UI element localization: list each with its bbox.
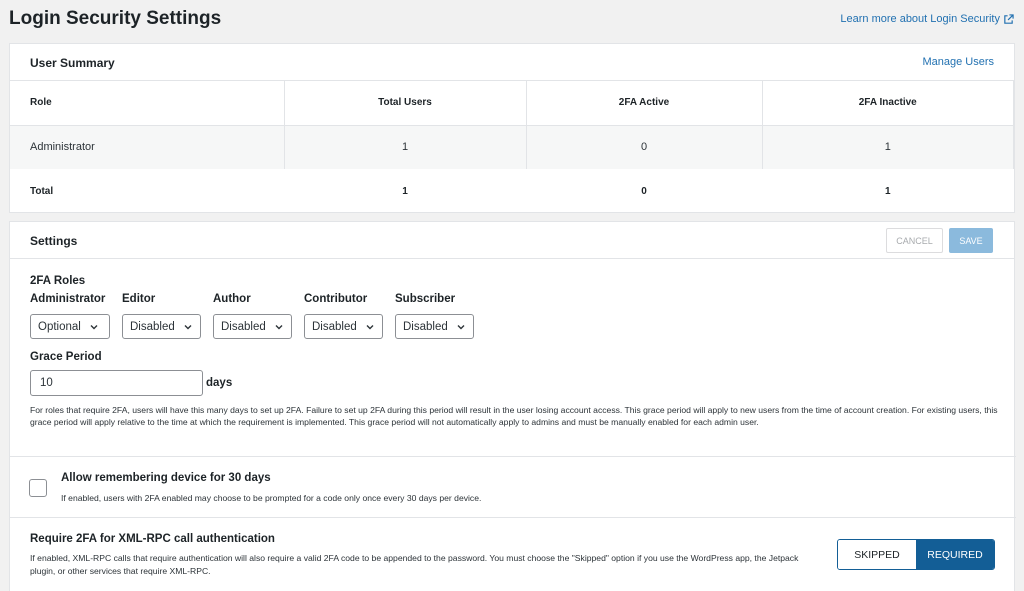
xmlrpc-required-option[interactable]: REQUIRED (916, 540, 994, 569)
2fa-roles-section: 2FA Roles Administrator Optional Editor … (30, 275, 1000, 339)
grace-period-input[interactable]: 10 (30, 370, 203, 396)
role-select-author[interactable]: Disabled (213, 314, 292, 339)
learn-more-label: Learn more about Login Security (840, 13, 1000, 25)
role-select-subscriber[interactable]: Disabled (395, 314, 474, 339)
settings-card: Settings CANCEL SAVE 2FA Roles Administr… (9, 221, 1016, 591)
cell-2fa-active-sum: 0 (641, 185, 647, 197)
cell-total-users-sum: 1 (402, 185, 408, 197)
role-select-administrator[interactable]: Optional (30, 314, 110, 339)
table-header-row: Role Total Users 2FA Active 2FA Inactive (10, 81, 1014, 125)
xmlrpc-help: If enabled, XML-RPC calls that require a… (30, 553, 799, 576)
remember-device-checkbox[interactable] (29, 479, 47, 497)
grace-period-help: For roles that require 2FA, users will h… (30, 405, 998, 427)
table-row: Administrator 1 0 1 (10, 125, 1014, 169)
manage-users-link[interactable]: Manage Users (922, 56, 994, 68)
column-header-2fa-active: 2FA Active (526, 81, 763, 125)
user-summary-header: User Summary Manage Users (10, 44, 1014, 81)
divider (10, 456, 1016, 457)
role-select-value: Disabled (221, 320, 266, 333)
role-select-value: Disabled (403, 320, 448, 333)
save-button[interactable]: SAVE (949, 228, 993, 253)
role-contributor: Contributor Disabled (304, 293, 383, 339)
2fa-roles-row: Administrator Optional Editor Disabled A… (30, 293, 1000, 339)
user-summary-card: User Summary Manage Users Role Total Use… (9, 43, 1015, 213)
external-link-icon (1004, 13, 1014, 24)
chevron-down-icon (366, 324, 374, 329)
chevron-down-icon (457, 324, 465, 329)
grace-period-title: Grace Period (30, 351, 102, 363)
chevron-down-icon (275, 324, 283, 329)
cell-2fa-inactive: 1 (762, 125, 1014, 169)
role-label-administrator: Administrator (30, 293, 106, 305)
cell-total-users: 1 (284, 125, 527, 169)
cell-2fa-active: 0 (526, 125, 763, 169)
page-header: Login Security Settings Learn more about… (0, 0, 1024, 40)
role-label-contributor: Contributor (304, 293, 368, 305)
user-summary-title: User Summary (30, 56, 115, 70)
remember-device-title: Allow remembering device for 30 days (61, 472, 271, 484)
role-select-contributor[interactable]: Disabled (304, 314, 383, 339)
role-author: Author Disabled (213, 293, 292, 339)
settings-title: Settings (30, 234, 78, 248)
remember-device-help: If enabled, users with 2FA enabled may c… (61, 493, 482, 503)
role-label-subscriber: Subscriber (395, 293, 456, 305)
chevron-down-icon (184, 324, 192, 329)
role-subscriber: Subscriber Disabled (395, 293, 474, 339)
cell-role: Administrator (10, 125, 285, 169)
xmlrpc-title: Require 2FA for XML-RPC call authenticat… (30, 533, 275, 545)
role-select-value: Disabled (130, 320, 175, 333)
role-administrator: Administrator Optional (30, 293, 110, 339)
column-header-total-users: Total Users (284, 81, 527, 125)
page-title: Login Security Settings (9, 8, 222, 29)
divider (10, 517, 1016, 518)
table-total-row: Total 1 0 1 (10, 169, 1014, 213)
role-select-editor[interactable]: Disabled (122, 314, 201, 339)
chevron-down-icon (90, 324, 98, 329)
role-editor: Editor Disabled (122, 293, 201, 339)
role-select-value: Optional (38, 320, 81, 333)
user-summary-table: Role Total Users 2FA Active 2FA Inactive… (10, 81, 1014, 213)
column-header-2fa-inactive: 2FA Inactive (762, 81, 1014, 125)
role-label-editor: Editor (122, 293, 156, 305)
cell-2fa-inactive-sum: 1 (884, 185, 891, 197)
cancel-button[interactable]: CANCEL (886, 228, 943, 253)
xmlrpc-toggle: SKIPPED REQUIRED (837, 539, 995, 570)
xmlrpc-skipped-option[interactable]: SKIPPED (838, 540, 916, 569)
learn-more-link[interactable]: Learn more about Login Security (840, 13, 1014, 25)
role-select-value: Disabled (312, 320, 357, 333)
settings-header: Settings CANCEL SAVE (10, 222, 1014, 259)
grace-period-unit: days (206, 377, 233, 389)
role-label-author: Author (213, 293, 251, 305)
2fa-roles-title: 2FA Roles (30, 275, 86, 287)
cell-total-label: Total (30, 185, 54, 197)
column-header-role: Role (10, 81, 285, 125)
